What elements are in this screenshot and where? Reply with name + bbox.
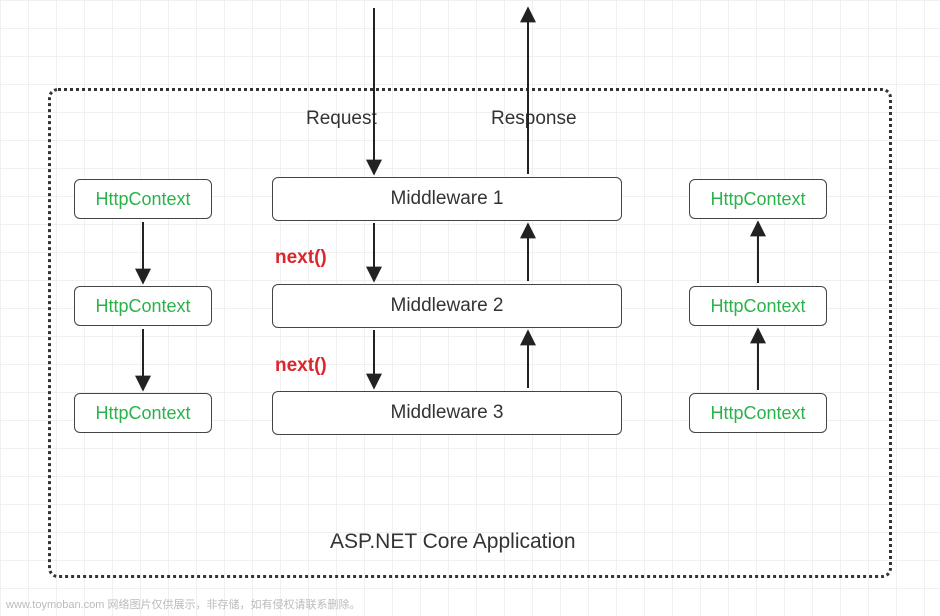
http-context-text: HttpContext [710, 189, 805, 210]
http-context-left-2: HttpContext [74, 286, 212, 326]
app-container [48, 88, 892, 578]
middleware-text: Middleware 1 [391, 188, 504, 210]
http-context-left-3: HttpContext [74, 393, 212, 433]
http-context-right-3: HttpContext [689, 393, 827, 433]
middleware-1: Middleware 1 [272, 177, 622, 221]
app-caption: ASP.NET Core Application [330, 530, 576, 554]
middleware-text: Middleware 2 [391, 295, 504, 317]
next-label-2: next() [275, 355, 327, 377]
http-context-text: HttpContext [95, 189, 190, 210]
http-context-right-2: HttpContext [689, 286, 827, 326]
middleware-2: Middleware 2 [272, 284, 622, 328]
middleware-3: Middleware 3 [272, 391, 622, 435]
response-label: Response [491, 108, 577, 130]
footer-watermark: www.toymoban.com 网络图片仅供展示，非存储，如有侵权请联系删除。 [6, 596, 360, 612]
middleware-text: Middleware 3 [391, 402, 504, 424]
request-label: Request [306, 108, 377, 130]
http-context-text: HttpContext [710, 296, 805, 317]
http-context-text: HttpContext [95, 403, 190, 424]
http-context-left-1: HttpContext [74, 179, 212, 219]
http-context-text: HttpContext [95, 296, 190, 317]
http-context-text: HttpContext [710, 403, 805, 424]
next-label-1: next() [275, 247, 327, 269]
http-context-right-1: HttpContext [689, 179, 827, 219]
